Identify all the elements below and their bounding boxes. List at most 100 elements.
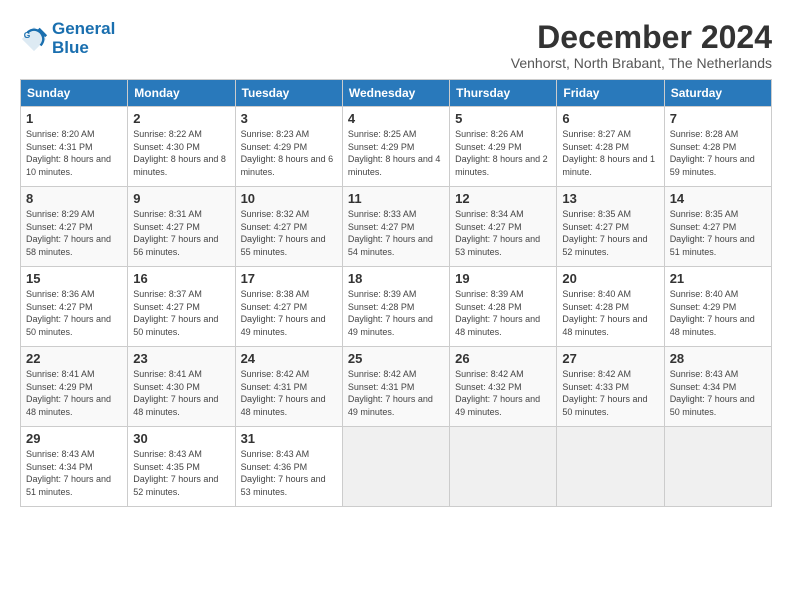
day-info: Sunrise: 8:43 AMSunset: 4:34 PMDaylight:…	[670, 369, 755, 417]
day-info: Sunrise: 8:41 AMSunset: 4:29 PMDaylight:…	[26, 369, 111, 417]
day-info: Sunrise: 8:39 AMSunset: 4:28 PMDaylight:…	[348, 289, 433, 337]
day-info: Sunrise: 8:28 AMSunset: 4:28 PMDaylight:…	[670, 129, 755, 177]
day-info: Sunrise: 8:40 AMSunset: 4:28 PMDaylight:…	[562, 289, 647, 337]
calendar-cell: 24Sunrise: 8:42 AMSunset: 4:31 PMDayligh…	[235, 347, 342, 427]
calendar-row-4: 22 Sunrise: 8:41 AMSunset: 4:29 PMDayligh…	[21, 347, 772, 427]
day-info: Sunrise: 8:37 AMSunset: 4:27 PMDaylight:…	[133, 289, 218, 337]
day-number: 3	[241, 111, 337, 126]
calendar-cell: 29 Sunrise: 8:43 AMSunset: 4:34 PMDayligh…	[21, 427, 128, 507]
day-number: 20	[562, 271, 658, 286]
col-header-friday: Friday	[557, 80, 664, 107]
calendar-cell: 11 Sunrise: 8:33 AMSunset: 4:27 PMDayligh…	[342, 187, 449, 267]
day-info: Sunrise: 8:31 AMSunset: 4:27 PMDaylight:…	[133, 209, 218, 257]
day-info: Sunrise: 8:42 AMSunset: 4:31 PMDaylight:…	[348, 369, 433, 417]
calendar-cell: 16 Sunrise: 8:37 AMSunset: 4:27 PMDayligh…	[128, 267, 235, 347]
day-info: Sunrise: 8:29 AMSunset: 4:27 PMDaylight:…	[26, 209, 111, 257]
day-info: Sunrise: 8:26 AMSunset: 4:29 PMDaylight:…	[455, 129, 548, 177]
day-info: Sunrise: 8:42 AMSunset: 4:33 PMDaylight:…	[562, 369, 647, 417]
day-number: 14	[670, 191, 766, 206]
logo-line1: General	[52, 20, 115, 39]
calendar-cell: 5 Sunrise: 8:26 AMSunset: 4:29 PMDaylight…	[450, 107, 557, 187]
calendar-cell: 13Sunrise: 8:35 AMSunset: 4:27 PMDayligh…	[557, 187, 664, 267]
day-info: Sunrise: 8:20 AMSunset: 4:31 PMDaylight:…	[26, 129, 111, 177]
calendar-cell: 19Sunrise: 8:39 AMSunset: 4:28 PMDayligh…	[450, 267, 557, 347]
day-number: 12	[455, 191, 551, 206]
col-header-tuesday: Tuesday	[235, 80, 342, 107]
day-number: 29	[26, 431, 122, 446]
calendar-cell: 17Sunrise: 8:38 AMSunset: 4:27 PMDayligh…	[235, 267, 342, 347]
calendar-cell: 18 Sunrise: 8:39 AMSunset: 4:28 PMDayligh…	[342, 267, 449, 347]
day-number: 6	[562, 111, 658, 126]
calendar-cell: 7 Sunrise: 8:28 AMSunset: 4:28 PMDaylight…	[664, 107, 771, 187]
calendar-cell: 6 Sunrise: 8:27 AMSunset: 4:28 PMDaylight…	[557, 107, 664, 187]
day-info: Sunrise: 8:27 AMSunset: 4:28 PMDaylight:…	[562, 129, 655, 177]
calendar-row-1: 1 Sunrise: 8:20 AMSunset: 4:31 PMDaylight…	[21, 107, 772, 187]
day-info: Sunrise: 8:32 AMSunset: 4:27 PMDaylight:…	[241, 209, 326, 257]
day-number: 18	[348, 271, 444, 286]
calendar-row-3: 15Sunrise: 8:36 AMSunset: 4:27 PMDayligh…	[21, 267, 772, 347]
day-number: 28	[670, 351, 766, 366]
title-block: December 2024 Venhorst, North Brabant, T…	[511, 20, 772, 71]
day-number: 24	[241, 351, 337, 366]
calendar-cell: 9 Sunrise: 8:31 AMSunset: 4:27 PMDaylight…	[128, 187, 235, 267]
day-number: 8	[26, 191, 122, 206]
col-header-thursday: Thursday	[450, 80, 557, 107]
calendar-cell: 3Sunrise: 8:23 AMSunset: 4:29 PMDaylight…	[235, 107, 342, 187]
calendar-cell: 12 Sunrise: 8:34 AMSunset: 4:27 PMDayligh…	[450, 187, 557, 267]
calendar-cell: 25 Sunrise: 8:42 AMSunset: 4:31 PMDayligh…	[342, 347, 449, 427]
col-header-monday: Monday	[128, 80, 235, 107]
day-number: 21	[670, 271, 766, 286]
day-info: Sunrise: 8:33 AMSunset: 4:27 PMDaylight:…	[348, 209, 433, 257]
day-number: 5	[455, 111, 551, 126]
calendar-row-5: 29 Sunrise: 8:43 AMSunset: 4:34 PMDayligh…	[21, 427, 772, 507]
calendar-cell	[664, 427, 771, 507]
calendar-cell: 28 Sunrise: 8:43 AMSunset: 4:34 PMDayligh…	[664, 347, 771, 427]
calendar-cell: 21 Sunrise: 8:40 AMSunset: 4:29 PMDayligh…	[664, 267, 771, 347]
calendar-cell: 22 Sunrise: 8:41 AMSunset: 4:29 PMDayligh…	[21, 347, 128, 427]
day-info: Sunrise: 8:40 AMSunset: 4:29 PMDaylight:…	[670, 289, 755, 337]
day-number: 1	[26, 111, 122, 126]
calendar-cell: 1 Sunrise: 8:20 AMSunset: 4:31 PMDaylight…	[21, 107, 128, 187]
day-number: 27	[562, 351, 658, 366]
day-number: 15	[26, 271, 122, 286]
day-info: Sunrise: 8:22 AMSunset: 4:30 PMDaylight:…	[133, 129, 226, 177]
calendar-cell: 4 Sunrise: 8:25 AMSunset: 4:29 PMDaylight…	[342, 107, 449, 187]
day-info: Sunrise: 8:25 AMSunset: 4:29 PMDaylight:…	[348, 129, 441, 177]
month-title: December 2024	[511, 20, 772, 55]
day-number: 23	[133, 351, 229, 366]
day-number: 25	[348, 351, 444, 366]
calendar-cell: 23 Sunrise: 8:41 AMSunset: 4:30 PMDayligh…	[128, 347, 235, 427]
calendar-row-2: 8 Sunrise: 8:29 AMSunset: 4:27 PMDaylight…	[21, 187, 772, 267]
day-number: 16	[133, 271, 229, 286]
day-number: 13	[562, 191, 658, 206]
day-number: 7	[670, 111, 766, 126]
calendar-cell	[557, 427, 664, 507]
calendar-cell: 27 Sunrise: 8:42 AMSunset: 4:33 PMDayligh…	[557, 347, 664, 427]
calendar-cell	[450, 427, 557, 507]
day-number: 10	[241, 191, 337, 206]
day-number: 11	[348, 191, 444, 206]
day-info: Sunrise: 8:43 AMSunset: 4:36 PMDaylight:…	[241, 449, 326, 497]
calendar-cell: 20 Sunrise: 8:40 AMSunset: 4:28 PMDayligh…	[557, 267, 664, 347]
day-info: Sunrise: 8:34 AMSunset: 4:27 PMDaylight:…	[455, 209, 540, 257]
day-number: 17	[241, 271, 337, 286]
calendar-cell: 26Sunrise: 8:42 AMSunset: 4:32 PMDayligh…	[450, 347, 557, 427]
calendar-cell	[342, 427, 449, 507]
calendar-table: SundayMondayTuesdayWednesdayThursdayFrid…	[20, 79, 772, 507]
calendar-cell: 31Sunrise: 8:43 AMSunset: 4:36 PMDayligh…	[235, 427, 342, 507]
day-info: Sunrise: 8:43 AMSunset: 4:35 PMDaylight:…	[133, 449, 218, 497]
day-number: 22	[26, 351, 122, 366]
col-header-saturday: Saturday	[664, 80, 771, 107]
day-number: 2	[133, 111, 229, 126]
logo-icon: G	[20, 25, 48, 53]
day-info: Sunrise: 8:41 AMSunset: 4:30 PMDaylight:…	[133, 369, 218, 417]
day-info: Sunrise: 8:39 AMSunset: 4:28 PMDaylight:…	[455, 289, 540, 337]
calendar-cell: 15Sunrise: 8:36 AMSunset: 4:27 PMDayligh…	[21, 267, 128, 347]
col-header-sunday: Sunday	[21, 80, 128, 107]
day-number: 9	[133, 191, 229, 206]
col-header-wednesday: Wednesday	[342, 80, 449, 107]
location-title: Venhorst, North Brabant, The Netherlands	[511, 55, 772, 71]
day-number: 26	[455, 351, 551, 366]
day-number: 4	[348, 111, 444, 126]
day-info: Sunrise: 8:43 AMSunset: 4:34 PMDaylight:…	[26, 449, 111, 497]
